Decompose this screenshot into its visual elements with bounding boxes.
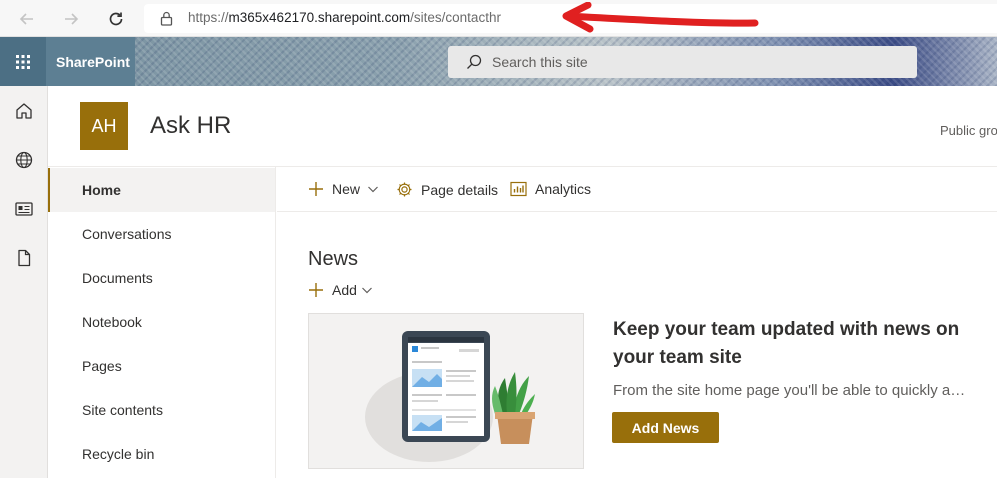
- news-illustration: [308, 313, 584, 469]
- site-title[interactable]: Ask HR: [150, 112, 231, 140]
- url-path: /sites/contacthr: [410, 10, 501, 25]
- home-button[interactable]: [13, 100, 35, 122]
- browser-toolbar: https://m365x462170.sharepoint.com/sites…: [0, 0, 997, 37]
- page-details-label: Page details: [421, 181, 499, 198]
- nav-item-documents[interactable]: Documents: [48, 256, 275, 300]
- search-icon: [467, 54, 482, 69]
- add-label: Add: [332, 282, 357, 298]
- command-bar: New Page details Analytics: [277, 167, 997, 212]
- plus-icon: [309, 182, 323, 196]
- global-nav-button[interactable]: [13, 149, 35, 171]
- address-url: https://m365x462170.sharepoint.com/sites…: [188, 10, 501, 25]
- add-news-button[interactable]: Add News: [612, 412, 719, 443]
- home-icon: [16, 103, 32, 119]
- nav-item-recycle-bin[interactable]: Recycle bin: [48, 432, 275, 476]
- nav-item-home[interactable]: Home: [48, 168, 275, 212]
- refresh-icon: [109, 12, 123, 26]
- analytics-button[interactable]: Analytics: [510, 181, 591, 197]
- lock-icon: [160, 11, 173, 26]
- site-logo[interactable]: AH: [80, 102, 128, 150]
- url-host: m365x462170.sharepoint.com: [228, 10, 411, 25]
- back-button[interactable]: [14, 6, 40, 32]
- tablet-plant-illustration-icon: [365, 331, 535, 462]
- nav-item-conversations[interactable]: Conversations: [48, 212, 275, 256]
- suite-bar: SharePoint Search this site: [0, 37, 997, 86]
- site-search-box[interactable]: Search this site: [448, 46, 917, 78]
- news-icon: [15, 202, 33, 216]
- new-button[interactable]: New: [308, 181, 379, 197]
- chevron-down-icon: [361, 287, 372, 294]
- waffle-icon: [16, 54, 30, 69]
- nav-item-pages[interactable]: Pages: [48, 344, 275, 388]
- back-arrow-icon: [19, 13, 33, 25]
- news-button[interactable]: [13, 198, 35, 220]
- analytics-label: Analytics: [535, 181, 592, 197]
- search-placeholder: Search this site: [492, 54, 588, 70]
- add-news-dropdown[interactable]: Add: [308, 282, 373, 298]
- new-label: New: [332, 181, 361, 197]
- refresh-button[interactable]: [103, 6, 129, 32]
- news-empty-description: From the site home page you'll be able t…: [613, 382, 973, 399]
- analytics-icon: [510, 181, 527, 197]
- plus-icon: [309, 283, 323, 297]
- gear-icon: [397, 182, 412, 197]
- news-empty-heading: Keep your team updated with news on your…: [613, 319, 960, 368]
- site-privacy-label: Public gro: [940, 123, 997, 138]
- globe-icon: [15, 151, 33, 169]
- page-details-button[interactable]: Page details: [396, 181, 498, 198]
- news-section-title: News: [308, 248, 359, 270]
- url-scheme: https://: [188, 10, 229, 25]
- red-annotation-arrow-icon: [562, 2, 759, 33]
- site-navigation: Home Conversations Documents Notebook Pa…: [48, 167, 276, 478]
- nav-item-site-contents[interactable]: Site contents: [48, 388, 275, 432]
- file-icon: [18, 249, 31, 267]
- app-launcher-button[interactable]: [0, 37, 46, 86]
- chevron-down-icon: [368, 186, 378, 193]
- app-bar: [0, 86, 48, 478]
- sharepoint-app-link[interactable]: SharePoint: [46, 37, 135, 86]
- nav-item-notebook[interactable]: Notebook: [48, 300, 275, 344]
- forward-arrow-icon: [65, 13, 79, 25]
- files-button[interactable]: [13, 247, 35, 269]
- forward-button[interactable]: [58, 6, 84, 32]
